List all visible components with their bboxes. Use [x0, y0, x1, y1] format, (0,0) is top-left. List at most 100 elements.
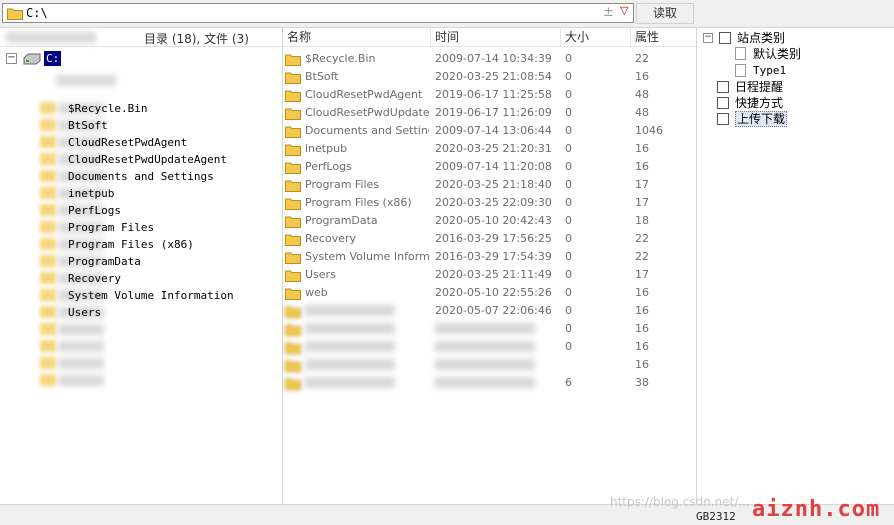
file-row[interactable]: 6 38	[283, 374, 696, 392]
collapse-icon[interactable]: −	[6, 53, 17, 64]
file-row[interactable]: 16	[283, 356, 696, 374]
redacted-text	[58, 341, 104, 352]
redacted-text	[305, 377, 395, 388]
file-row[interactable]: CloudResetPwdUpdate... 2019-06-17 11:26:0…	[283, 104, 696, 122]
file-row[interactable]: 0 16	[283, 320, 696, 338]
column-header-size[interactable]: 大小	[561, 28, 631, 47]
cell-time: 2020-05-07 22:06:46	[435, 304, 552, 317]
upload-download-node[interactable]: 上传下载	[717, 111, 877, 127]
cell-size: 0	[565, 250, 572, 263]
cell-time: 2009-07-14 13:06:44	[435, 124, 552, 137]
read-button[interactable]: 读取	[636, 3, 694, 24]
cell-size: 0	[565, 106, 572, 119]
schedule-reminder-node[interactable]: 日程提醒	[717, 79, 877, 95]
cell-time: 2020-03-25 21:11:49	[435, 268, 552, 281]
folder-icon	[285, 161, 301, 177]
cell-attr: 18	[635, 214, 649, 227]
folder-icon	[40, 238, 56, 250]
cell-size: 0	[565, 52, 572, 65]
redacted-text	[305, 323, 395, 334]
cell-size: 6	[565, 376, 572, 389]
path-combobox[interactable]: C:\ ± ▽	[2, 3, 634, 23]
redacted-text	[305, 305, 395, 316]
folder-icon	[285, 107, 301, 123]
file-row[interactable]: Program Files 2020-03-25 21:18:40 0 17	[283, 176, 696, 194]
column-header-time[interactable]: 时间	[431, 28, 561, 47]
cell-attr: 16	[635, 286, 649, 299]
file-list-header: 名称 时间 大小 属性	[283, 28, 696, 47]
default-category-label: 默认类别	[753, 47, 802, 61]
redacted-text	[305, 359, 395, 370]
tree-root-label[interactable]: C:	[44, 51, 62, 66]
tree-item-label: CloudResetPwdAgent	[68, 136, 188, 149]
cell-attr: 17	[635, 196, 649, 209]
default-category-node[interactable]: 默认类别	[735, 46, 885, 62]
cell-name: PerfLogs	[305, 160, 352, 173]
add-path-icon[interactable]: ±	[603, 5, 614, 20]
file-row[interactable]: System Volume Informati... 2016-03-29 17:…	[283, 248, 696, 266]
file-row[interactable]: Program Files (x86) 2020-03-25 22:09:30 0 1…	[283, 194, 696, 212]
tree-item-label: BtSoft	[68, 119, 108, 132]
folder-icon	[40, 306, 56, 318]
cell-attr: 16	[635, 322, 649, 335]
file-row[interactable]: CloudResetPwdAgent 2019-06-17 11:25:58 0 48	[283, 86, 696, 104]
tree-item-label: Users	[68, 306, 102, 319]
cell-size: 0	[565, 286, 572, 299]
file-row[interactable]: $Recycle.Bin 2009-07-14 10:34:39 0 22	[283, 50, 696, 68]
folder-icon	[285, 305, 301, 321]
cell-attr: 16	[635, 340, 649, 353]
folder-icon	[285, 233, 301, 249]
column-header-name[interactable]: 名称	[283, 28, 431, 47]
cell-size: 0	[565, 88, 572, 101]
file-row[interactable]: ProgramData 2020-05-10 20:42:43 0 18	[283, 212, 696, 230]
folder-icon	[40, 187, 56, 199]
cell-time: 2019-06-17 11:26:09	[435, 106, 552, 119]
cell-size: 0	[565, 160, 572, 173]
file-row[interactable]: Users 2020-03-25 21:11:49 0 17	[283, 266, 696, 284]
folder-icon	[285, 359, 301, 375]
file-row[interactable]: 0 16	[283, 338, 696, 356]
file-row[interactable]: web 2020-05-10 22:55:26 0 16	[283, 284, 696, 302]
site-category-label: 站点类别	[737, 31, 786, 45]
cell-size: 0	[565, 142, 572, 155]
cell-time: 2020-03-25 21:20:31	[435, 142, 552, 155]
cell-size: 0	[565, 214, 572, 227]
file-row[interactable]: inetpub 2020-03-25 21:20:31 0 16	[283, 140, 696, 158]
folder-icon	[40, 119, 56, 131]
path-input[interactable]: C:\	[26, 6, 48, 20]
cell-attr: 17	[635, 178, 649, 191]
column-header-attr[interactable]: 属性	[631, 28, 696, 47]
cell-attr: 1046	[635, 124, 663, 137]
folder-icon	[285, 89, 301, 105]
directory-summary-bar: 目录 (18), 文件 (3)	[0, 28, 282, 47]
file-row[interactable]: BtSoft 2020-03-25 21:08:54 0 16	[283, 68, 696, 86]
folder-icon	[40, 272, 56, 284]
cell-name: Recovery	[305, 232, 357, 245]
file-row[interactable]: 2020-05-07 22:06:46 0 16	[283, 302, 696, 320]
cell-attr: 22	[635, 52, 649, 65]
folder-icon	[40, 170, 56, 182]
tree-item-label: Program Files	[68, 221, 155, 234]
folder-icon	[285, 323, 301, 339]
shortcut-node[interactable]: 快捷方式	[717, 95, 877, 111]
cell-attr: 16	[635, 304, 649, 317]
type1-node[interactable]: Type1	[735, 63, 885, 79]
cell-time: 2020-05-10 20:42:43	[435, 214, 552, 227]
cell-time: 2020-03-25 21:08:54	[435, 70, 552, 83]
redacted-text	[435, 359, 535, 370]
tree-item-label: Documents and Settings	[68, 170, 214, 183]
folder-icon	[285, 71, 301, 87]
chevron-down-icon[interactable]: ▽	[620, 4, 628, 17]
folder-icon	[285, 287, 301, 303]
cell-name: System Volume Informati...	[305, 250, 429, 263]
cell-attr: 16	[635, 358, 649, 371]
file-row[interactable]: Documents and Settings 2009-07-14 13:06:4…	[283, 122, 696, 140]
folder-icon	[285, 269, 301, 285]
tree-item-label: Recovery	[68, 272, 121, 285]
cell-name: CloudResetPwdAgent	[305, 88, 423, 101]
collapse-icon[interactable]: −	[703, 33, 713, 43]
site-category-node[interactable]: − 站点类别	[703, 30, 883, 46]
tree-item-label: Program Files (x86)	[68, 238, 194, 251]
file-row[interactable]: Recovery 2016-03-29 17:56:25 0 22	[283, 230, 696, 248]
file-row[interactable]: PerfLogs 2009-07-14 11:20:08 0 16	[283, 158, 696, 176]
